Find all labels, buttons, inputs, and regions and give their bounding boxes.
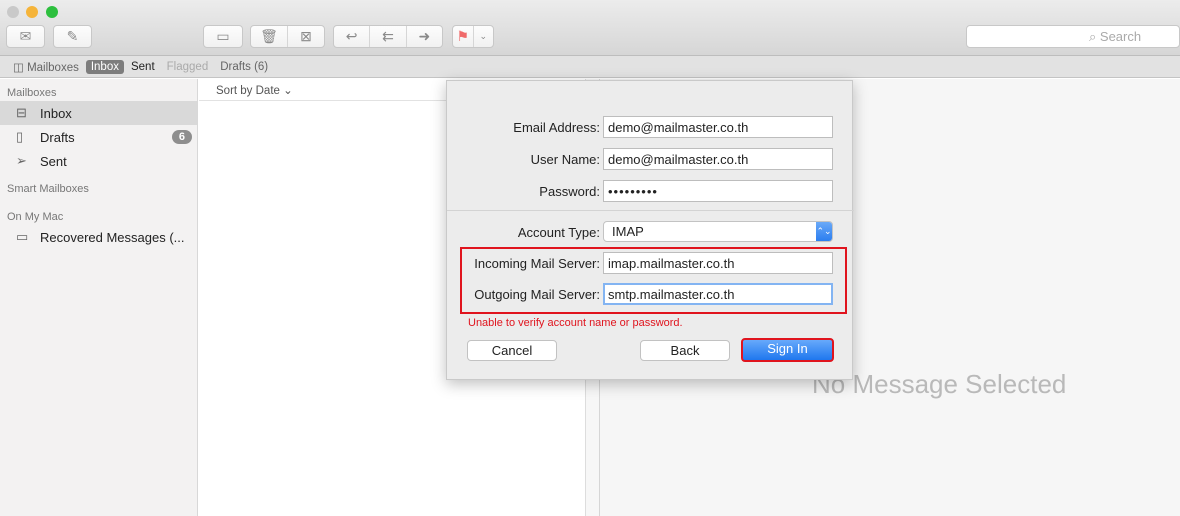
reply-icon[interactable]: ↩ [334,26,371,47]
label: Recovered Messages (... [40,229,185,245]
reply-group: ↩ ⇇ ➜ [333,25,443,48]
minimize-button[interactable] [26,6,38,18]
label: Sent [40,153,67,169]
compose-button[interactable]: ✎ [53,25,92,48]
error-message: Unable to verify account name or passwor… [468,317,683,329]
label: Drafts [40,129,75,145]
sidebar-item-drafts[interactable]: ▯ Drafts 6 [0,125,197,149]
password-field[interactable]: ••••••••• [603,180,833,202]
email-label: Email Address: [513,120,600,135]
zoom-button[interactable] [46,6,58,18]
selected-value: IMAP [612,224,644,239]
compose-icon: ✎ [66,28,79,44]
divider [447,210,854,211]
favorites-drafts[interactable]: Drafts (6) [215,60,273,74]
reply-all-icon[interactable]: ⇇ [370,26,407,47]
password-label: Password: [539,184,600,199]
favorites-sent[interactable]: Sent [126,60,160,74]
envelope-icon: ✉ [19,28,32,44]
favorites-mailboxes-button[interactable]: ◫ Mailboxes [8,59,84,75]
document-icon: ▯ [16,129,24,144]
flag-icon: ⚑ [453,26,474,47]
account-type-label: Account Type: [517,225,600,240]
back-button[interactable]: Back [640,340,730,361]
cancel-button[interactable]: Cancel [467,340,557,361]
archive-button[interactable]: ▭ [203,25,243,48]
drafts-badge: 6 [171,130,192,144]
label: Sort by Date [216,85,280,97]
search-icon: ⌕ [1089,29,1100,44]
folder-icon: ▭ [16,229,29,244]
chevron-down-icon: ⌄ [283,85,293,97]
section-mailboxes: Mailboxes [7,87,57,99]
search-input[interactable]: ⌕ Search [966,25,1180,48]
username-label: User Name: [530,152,600,167]
email-field[interactable]: demo@mailmaster.co.th [603,116,833,138]
favorites-inbox[interactable]: Inbox [85,59,124,74]
toolbar: ✉ ✎ ▭ 🗑 ⊠ ↩ ⇇ ➜ ⚑ ⌄ ⌕ Search [0,0,1180,56]
get-mail-button[interactable]: ✉ [6,25,45,48]
incoming-server-label: Incoming Mail Server: [474,256,600,271]
flag-button[interactable]: ⚑ ⌄ [452,25,494,48]
paper-plane-icon: ➢ [16,153,27,168]
chevron-updown-icon: ⌃⌄ [816,222,832,241]
inbox-icon: ⊟ [16,105,27,120]
sidebar-item-inbox[interactable]: ⊟ Inbox [0,101,197,125]
sidebar-item-sent[interactable]: ➢ Sent [0,149,197,173]
junk-icon[interactable]: ⊠ [288,26,324,47]
username-field[interactable]: demo@mailmaster.co.th [603,148,833,170]
outgoing-server-label: Outgoing Mail Server: [474,287,600,302]
search-placeholder: Search [1099,29,1142,44]
sidebar-icon: ◫ [13,61,28,74]
outgoing-server-field[interactable]: smtp.mailmaster.co.th [603,283,833,305]
label: Mailboxes [27,61,79,74]
sign-in-button[interactable]: Sign In [741,338,834,362]
sidebar: Mailboxes ⊟ Inbox ▯ Drafts 6 ➢ Sent Smart Ma… [0,79,198,516]
account-type-select[interactable]: IMAP ⌃⌄ [603,221,833,242]
forward-icon[interactable]: ➜ [407,26,442,47]
account-setup-dialog: Email Address: demo@mailmaster.co.th User… [446,80,854,380]
section-smart-mailboxes[interactable]: Smart Mailboxes [0,175,197,197]
section-on-my-mac[interactable]: On My Mac [0,203,197,225]
trash-icon[interactable]: 🗑 [251,26,288,47]
chevron-down-icon[interactable]: ⌄ [474,26,494,47]
incoming-server-field[interactable]: imap.mailmaster.co.th [603,252,833,274]
sidebar-item-recovered[interactable]: ▭ Recovered Messages (... [0,225,197,249]
label: Inbox [40,105,72,121]
archive-icon: ▭ [216,28,230,44]
close-button[interactable] [7,6,19,18]
favorites-bar: ◫ Mailboxes Inbox Sent Flagged Drafts (6… [0,56,1180,78]
delete-junk-group: 🗑 ⊠ [250,25,325,48]
favorites-flagged[interactable]: Flagged [162,60,214,74]
